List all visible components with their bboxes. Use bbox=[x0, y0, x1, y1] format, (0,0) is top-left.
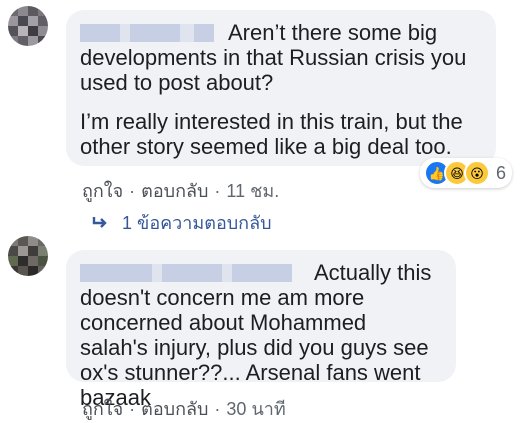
separator-dot: · bbox=[214, 399, 221, 419]
comment-text: I’m really interested in this train, but… bbox=[80, 109, 463, 159]
timestamp[interactable]: 30 นาที bbox=[226, 399, 285, 419]
separator-dot: · bbox=[129, 399, 136, 419]
comment-bubble: Aren’t there some big developments in th… bbox=[66, 10, 496, 166]
reply-link[interactable]: ตอบกลับ bbox=[141, 181, 208, 201]
reaction-count: 6 bbox=[496, 162, 507, 183]
avatar[interactable] bbox=[8, 6, 48, 46]
avatar[interactable] bbox=[8, 236, 48, 276]
reply-link[interactable]: ตอบกลับ bbox=[141, 399, 208, 419]
wow-icon: 😮 bbox=[464, 160, 490, 186]
author-name[interactable] bbox=[80, 262, 310, 282]
like-link[interactable]: ถูกใจ bbox=[82, 399, 123, 419]
separator-dot: · bbox=[214, 181, 221, 201]
comment-bubble: Actually this doesn't concern me am more… bbox=[66, 250, 456, 410]
comment-actions: ถูกใจ · ตอบกลับ · 30 นาที bbox=[82, 394, 286, 423]
reply-arrow-icon bbox=[92, 213, 108, 234]
author-name[interactable] bbox=[80, 22, 224, 42]
comment-actions: ถูกใจ · ตอบกลับ · 11 ชม. bbox=[82, 176, 279, 205]
replies-count-label: 1 ข้อความตอบกลับ bbox=[122, 213, 272, 233]
separator-dot: · bbox=[129, 181, 136, 201]
like-link[interactable]: ถูกใจ bbox=[82, 181, 123, 201]
comment-text: Actually this doesn't concern me am more… bbox=[80, 260, 432, 410]
timestamp[interactable]: 11 ชม. bbox=[226, 181, 279, 201]
reaction-summary[interactable]: 👍 😆 😮 6 bbox=[420, 158, 513, 188]
view-replies-link[interactable]: 1 ข้อความตอบกลับ bbox=[92, 208, 272, 237]
